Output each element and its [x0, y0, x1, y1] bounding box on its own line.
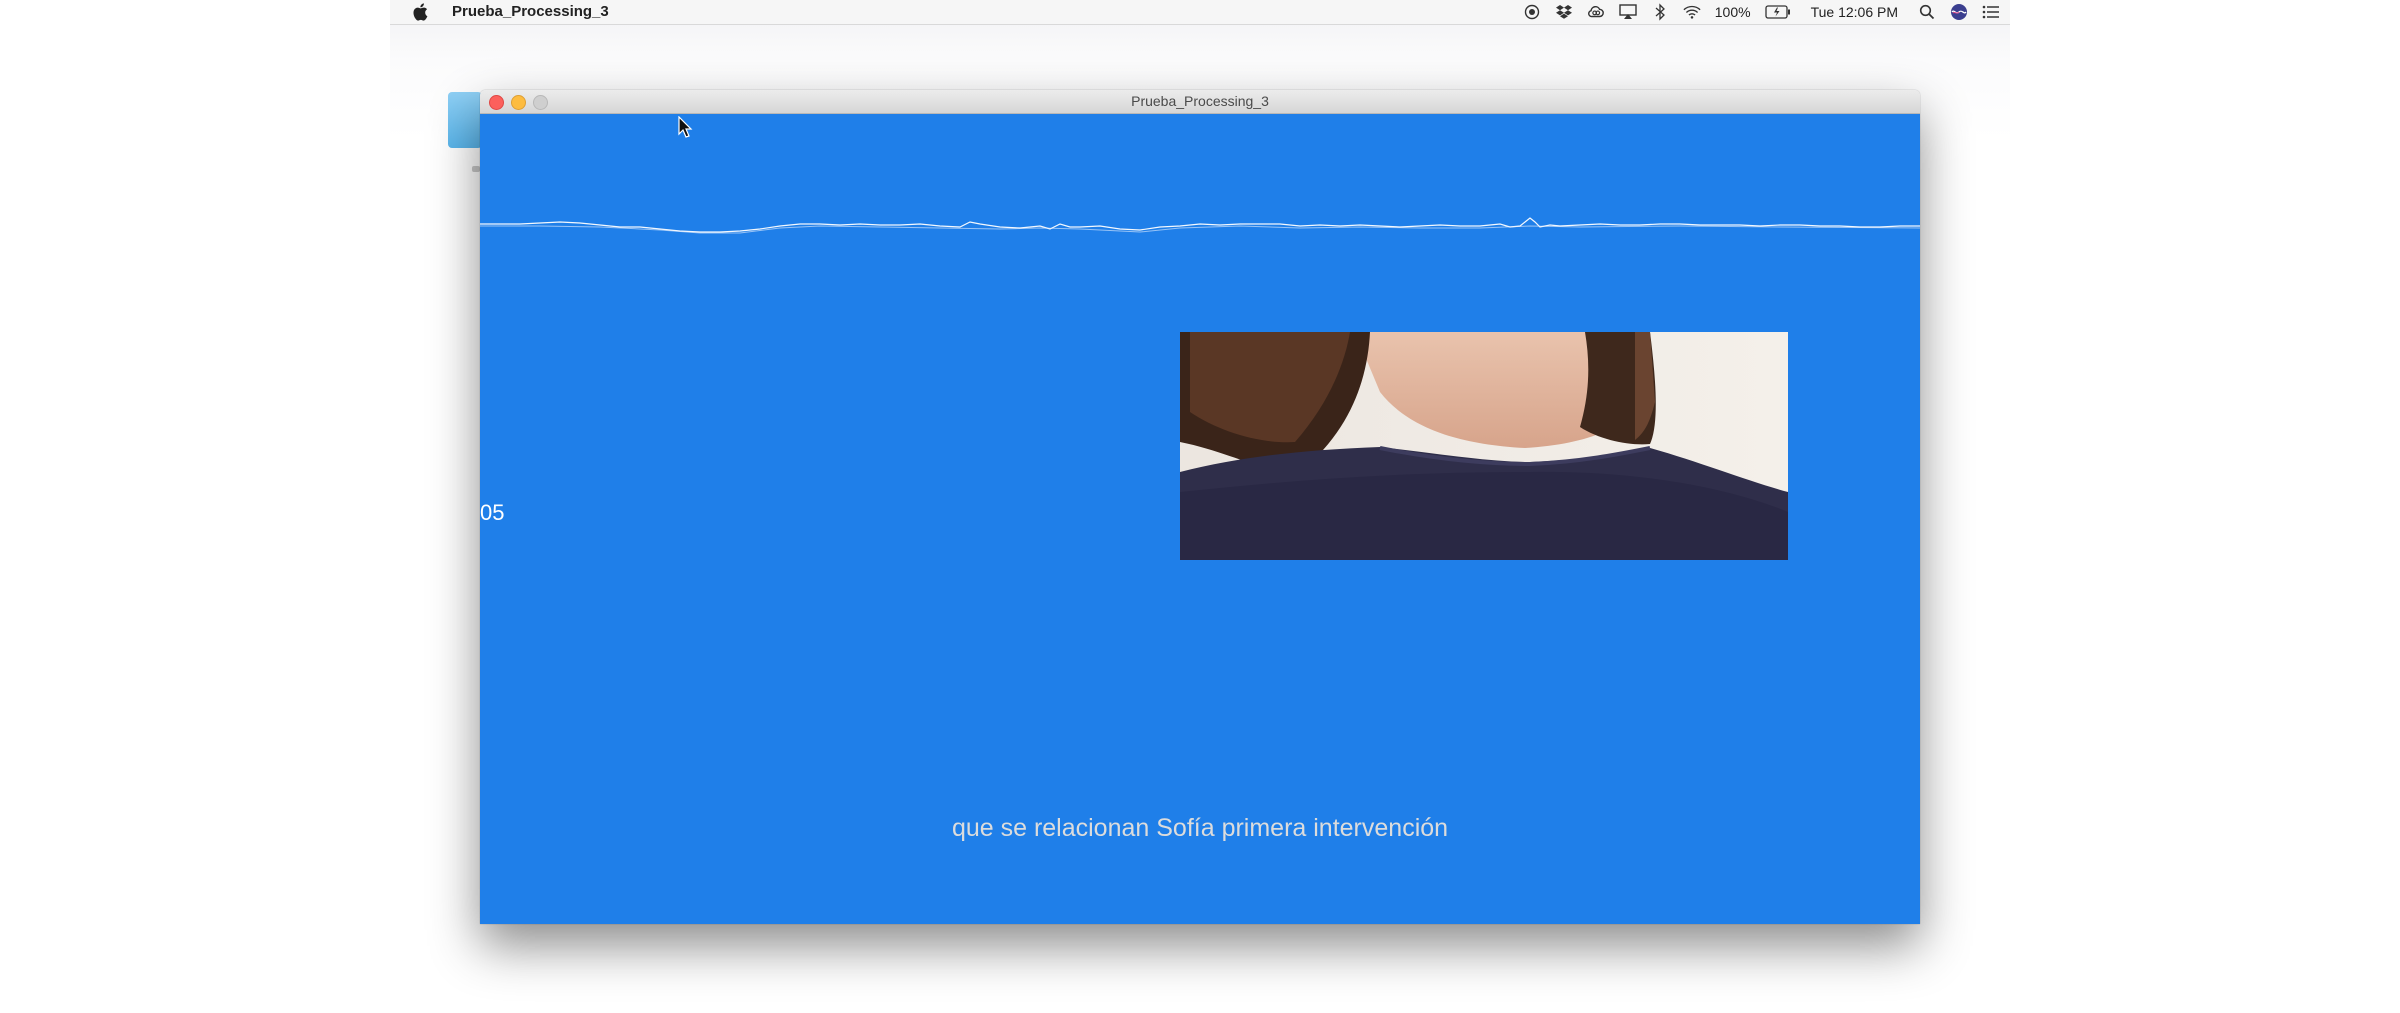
app-menu-name[interactable]: Prueba_Processing_3 [452, 3, 609, 20]
battery-icon[interactable] [1764, 3, 1791, 21]
subtitle-caption: que se relacionan Sofía primera interven… [951, 814, 1449, 842]
wifi-icon[interactable] [1683, 3, 1701, 21]
sketch-window: Prueba_Processing_3 05 que se relacionan… [480, 90, 1920, 924]
airplay-icon[interactable] [1619, 3, 1637, 21]
spotlight-icon[interactable] [1918, 3, 1936, 21]
video-frame [1180, 332, 1788, 560]
record-icon[interactable] [1523, 3, 1541, 21]
desktop-folder-icon[interactable] [448, 92, 482, 148]
sketch-canvas[interactable]: 05 que se relacionan Sofía primera inter… [480, 114, 1920, 924]
counter-label: 05 [480, 500, 505, 525]
menu-clock[interactable]: Tue 12:06 PM [1811, 4, 1898, 20]
mouse-cursor-icon [678, 116, 693, 138]
window-titlebar[interactable]: Prueba_Processing_3 [480, 90, 1920, 114]
audio-waveform [480, 217, 1920, 234]
bluetooth-icon[interactable] [1651, 3, 1669, 21]
battery-percent[interactable]: 100% [1715, 4, 1751, 20]
dropbox-icon[interactable] [1555, 3, 1573, 21]
notification-center-icon[interactable] [1982, 3, 2000, 21]
menu-bar: Prueba_Processing_3 100% Tue 12:06 PM [390, 0, 2010, 25]
siri-icon[interactable] [1950, 3, 1968, 21]
creative-cloud-icon[interactable] [1587, 3, 1605, 21]
apple-icon[interactable] [412, 2, 430, 22]
status-menus: 100% Tue 12:06 PM [1523, 0, 2000, 24]
desktop: Prueba_Processing_3 100% Tue 12:06 PM Pr… [390, 0, 2010, 1013]
window-title: Prueba_Processing_3 [1131, 93, 1269, 109]
desktop-folder-label [472, 166, 480, 172]
